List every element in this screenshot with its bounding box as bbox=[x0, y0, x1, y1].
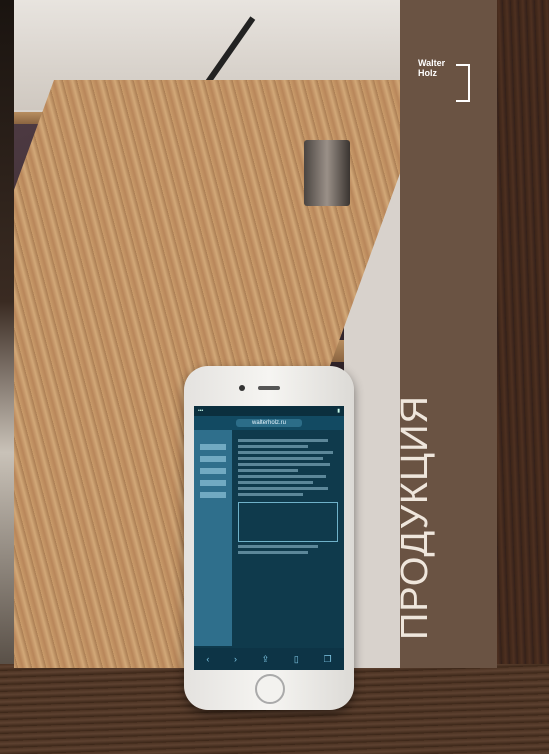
web-content bbox=[194, 430, 344, 646]
status-bar: ••• ▮ bbox=[194, 406, 344, 416]
back-icon: ‹ bbox=[206, 654, 210, 664]
right-wood-background bbox=[497, 0, 549, 754]
booklet-title: ПРОДУКЦИЯ bbox=[394, 395, 436, 640]
home-button bbox=[255, 674, 285, 704]
web-main bbox=[232, 430, 344, 646]
door-handle bbox=[304, 140, 350, 206]
speaker-icon bbox=[258, 386, 280, 390]
sidebar-item bbox=[200, 444, 226, 450]
address-bar: walterholz.ru bbox=[194, 416, 344, 430]
bookmarks-icon: ▯ bbox=[293, 653, 299, 664]
sidebar-item bbox=[200, 480, 226, 486]
left-background bbox=[0, 0, 14, 754]
share-icon: ⇪ bbox=[261, 653, 270, 664]
smartphone: ••• ▮ walterholz.ru ‹ › ⇪ ▯ ❐ bbox=[184, 366, 354, 710]
walter-holz-logo: Walter Holz bbox=[418, 58, 470, 104]
tabs-icon: ❐ bbox=[323, 653, 332, 664]
phone-screen: ••• ▮ walterholz.ru ‹ › ⇪ ▯ ❐ bbox=[194, 406, 344, 670]
web-diagram bbox=[238, 502, 338, 542]
sidebar-item bbox=[200, 492, 226, 498]
web-sidebar bbox=[194, 430, 232, 646]
logo-bracket bbox=[456, 64, 470, 102]
browser-toolbar: ‹ › ⇪ ▯ ❐ bbox=[194, 648, 344, 670]
sidebar-item bbox=[200, 468, 226, 474]
forward-icon: › bbox=[234, 654, 237, 664]
front-camera-icon bbox=[239, 385, 245, 391]
photo-scene: Walter Holz ПРОДУКЦИЯ ••• ▮ walterholz.ru bbox=[0, 0, 549, 754]
url-text: walterholz.ru bbox=[235, 419, 302, 427]
sidebar-item bbox=[200, 456, 226, 462]
